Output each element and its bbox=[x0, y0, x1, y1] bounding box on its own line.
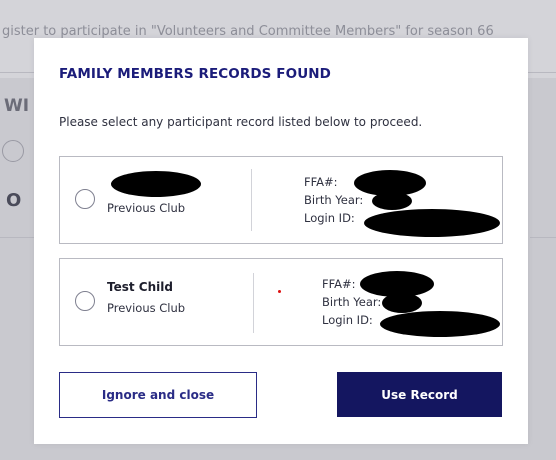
family-records-modal: FAMILY MEMBERS RECORDS FOUND Please sele… bbox=[34, 38, 528, 444]
ignore-and-close-button[interactable]: Ignore and close bbox=[59, 372, 257, 418]
background-page-subtitle: gister to participate in "Volunteers and… bbox=[2, 24, 494, 39]
record-radio-button[interactable] bbox=[75, 189, 95, 209]
background-divider-2 bbox=[0, 237, 34, 238]
red-dot-mark bbox=[278, 290, 281, 293]
login-id-label: Login ID: bbox=[322, 313, 373, 327]
record-divider bbox=[251, 169, 252, 231]
record-name: Test Child bbox=[107, 280, 173, 294]
record-card[interactable]: Test Child Previous Club FFA#: Birth Yea… bbox=[59, 258, 503, 346]
record-radio-button[interactable] bbox=[75, 291, 95, 311]
redaction-mark bbox=[380, 311, 500, 337]
use-record-button[interactable]: Use Record bbox=[337, 372, 502, 417]
record-card[interactable]: Previous Club FFA#: Birth Year: Login ID… bbox=[59, 156, 503, 244]
modal-title: FAMILY MEMBERS RECORDS FOUND bbox=[59, 66, 331, 82]
modal-instruction: Please select any participant record lis… bbox=[59, 115, 423, 129]
login-id-label: Login ID: bbox=[304, 211, 355, 225]
background-radio bbox=[2, 140, 24, 162]
record-divider bbox=[253, 273, 254, 333]
record-club: Previous Club bbox=[107, 201, 186, 215]
redaction-mark bbox=[372, 192, 412, 210]
background-divider-3 bbox=[530, 237, 556, 238]
redaction-mark bbox=[111, 171, 201, 197]
record-club: Previous Club bbox=[107, 301, 186, 315]
redaction-mark bbox=[382, 293, 422, 313]
background-section-label-2: O bbox=[6, 190, 22, 211]
birth-year-label: Birth Year: bbox=[304, 193, 364, 207]
redaction-mark bbox=[364, 209, 500, 237]
background-section-label: WI bbox=[4, 96, 30, 116]
birth-year-label: Birth Year: bbox=[322, 295, 382, 309]
